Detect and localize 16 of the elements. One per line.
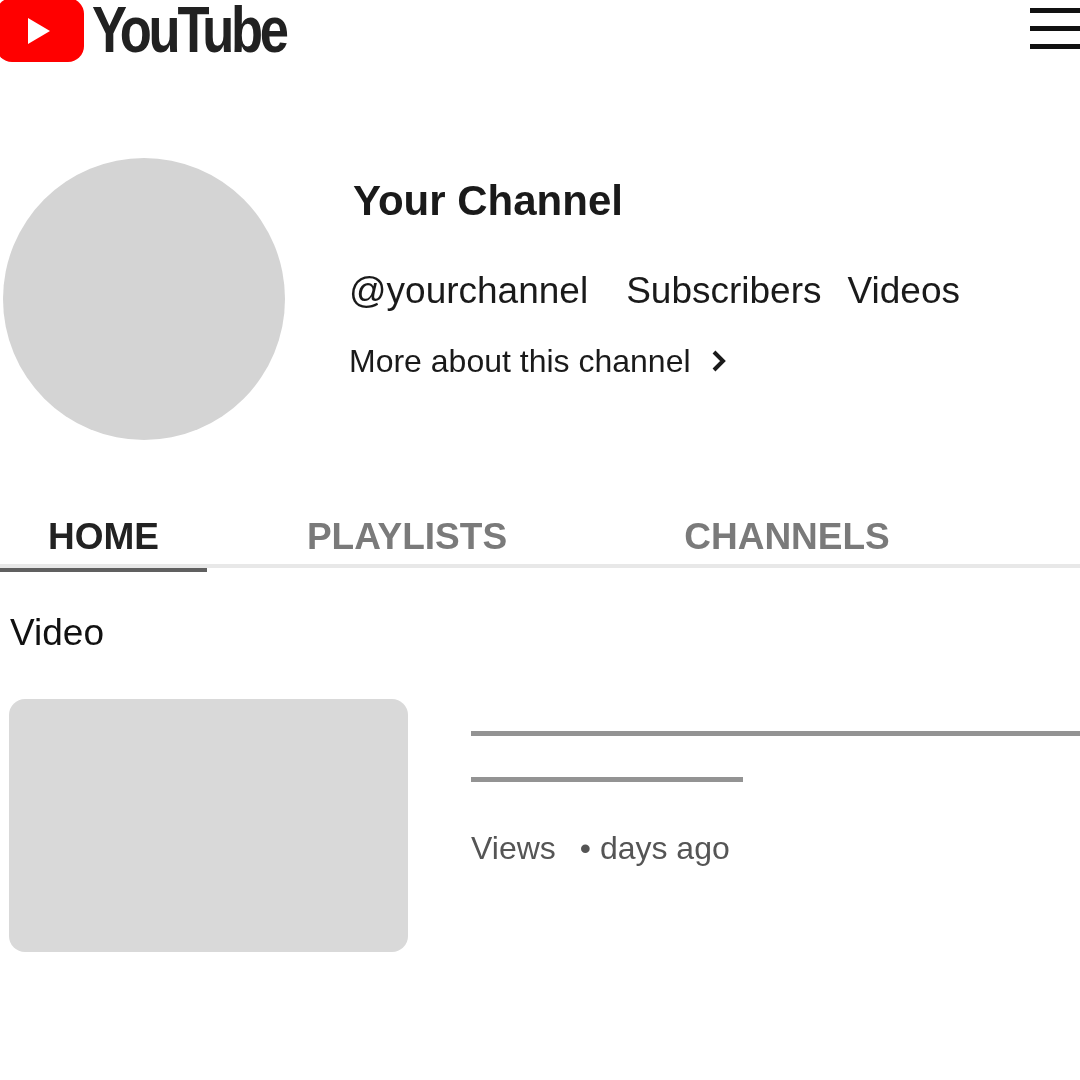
channel-stat: Subscribers — [626, 272, 822, 309]
play-logo-icon — [0, 0, 84, 64]
tab[interactable]: PLAYLISTS — [207, 512, 607, 572]
channel-name: Your Channel — [353, 180, 624, 222]
section-title: Video — [10, 614, 105, 651]
channel-handle: @yourchannel — [349, 272, 589, 309]
upload-age: • days ago — [579, 832, 730, 864]
tab[interactable]: CHANNELS — [607, 512, 967, 572]
chevron-icon — [710, 349, 727, 373]
logo-text: YouTube — [92, 0, 286, 62]
video-thumbnail[interactable] — [9, 699, 408, 952]
channel-stat: Videos — [847, 272, 960, 309]
tab[interactable]: HOME — [0, 512, 207, 572]
more-about-link[interactable]: More about this channel — [349, 345, 960, 377]
menu-icon[interactable] — [1030, 6, 1080, 52]
view-count: Views — [471, 832, 556, 864]
